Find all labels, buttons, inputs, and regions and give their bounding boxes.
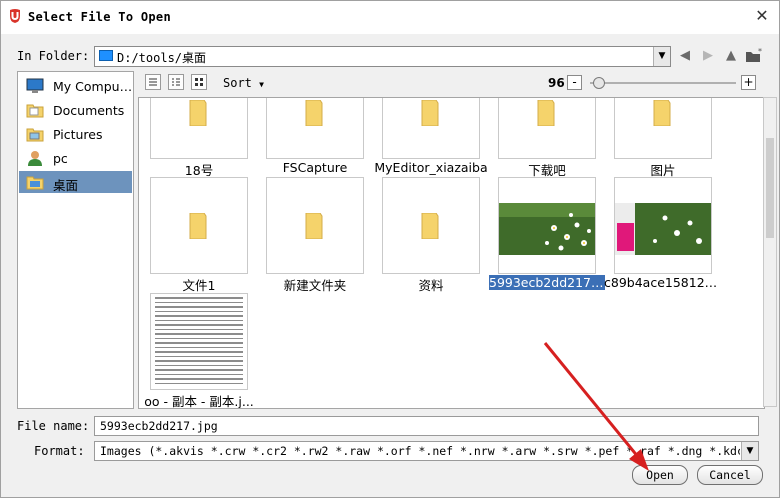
folder-path-text: D:/tools/桌面 (117, 51, 207, 65)
folder-pictures-icon (26, 128, 44, 142)
folder-icon (421, 100, 439, 126)
sort-label: Sort (223, 76, 252, 90)
image-thumbnail (499, 203, 595, 255)
cancel-button[interactable]: Cancel (697, 465, 763, 485)
image-thumbnail (615, 203, 711, 255)
file-label: 新建文件夹 (283, 278, 347, 293)
user-icon (28, 151, 42, 166)
up-folder-icon[interactable]: ▲ (722, 48, 740, 64)
forward-arrow-icon[interactable]: ▶ (699, 48, 717, 64)
file-label: 文件1 (182, 278, 216, 293)
folder-documents-icon (26, 104, 44, 118)
detail-view-icon[interactable] (168, 74, 184, 90)
file-name-label: File name: (17, 419, 90, 433)
thumbnail-view-icon[interactable] (191, 74, 207, 90)
drive-icon (99, 50, 113, 61)
folder-icon (653, 100, 671, 126)
sidebar-item-label: pc (53, 151, 68, 166)
chevron-down-icon[interactable]: ▼ (653, 47, 670, 66)
desktop-icon (26, 176, 44, 190)
computer-icon (26, 78, 44, 93)
title-bar: Select File To Open ✕ (1, 1, 779, 34)
zoom-slider-handle[interactable] (592, 77, 605, 89)
close-icon[interactable]: ✕ (753, 7, 771, 25)
places-sidebar: My Compu… Documents Pictures pc 桌面 (17, 71, 134, 409)
folder-icon (305, 213, 323, 239)
file-label: 5993ecb2dd217.j... (489, 275, 605, 290)
sort-dropdown[interactable]: Sort ▼ (223, 76, 264, 90)
file-label: 资料 (418, 278, 444, 293)
folder-path-combobox[interactable]: D:/tools/桌面 ▼ (94, 46, 671, 67)
open-button[interactable]: Open (632, 465, 688, 485)
format-value: Images (*.akvis *.crw *.cr2 *.rw2 *.raw … (100, 444, 740, 458)
sidebar-item-my-computer[interactable]: My Compu… (19, 75, 132, 97)
chevron-down-icon[interactable]: ▼ (741, 442, 758, 460)
sidebar-item-label: 桌面 (53, 178, 79, 193)
file-label: FSCapture (282, 160, 348, 175)
folder-icon (305, 100, 323, 126)
file-grid: 18号 FSCapture MyEditor_xiazaiba 下载吧 图片 文… (138, 97, 765, 409)
folder-icon (189, 213, 207, 239)
sidebar-item-documents[interactable]: Documents (19, 99, 132, 121)
vertical-scrollbar[interactable] (763, 97, 777, 407)
file-label: MyEditor_xiazaiba (374, 160, 488, 175)
in-folder-label: In Folder: (17, 49, 90, 63)
zoom-in-button[interactable]: + (741, 75, 756, 90)
chevron-down-icon: ▼ (259, 80, 264, 89)
file-label: oo - 副本 - 副本.j... (144, 394, 254, 409)
document-thumbnail (151, 294, 247, 386)
zoom-slider[interactable] (590, 82, 736, 84)
zoom-out-button[interactable]: - (567, 75, 582, 90)
scrollbar-thumb[interactable] (766, 138, 774, 238)
folder-icon (421, 213, 439, 239)
window-title: Select File To Open (28, 10, 171, 24)
svg-text:*: * (758, 48, 762, 56)
new-folder-icon[interactable]: * (745, 48, 763, 64)
back-arrow-icon[interactable]: ◀ (676, 48, 694, 64)
file-dialog: Select File To Open ✕ In Folder: D:/tool… (0, 0, 780, 498)
file-label: c89b4ace158121... (604, 275, 722, 290)
folder-icon (189, 100, 207, 126)
view-toolbar: Sort ▼ 96 - + (138, 71, 763, 95)
file-name-value: 5993ecb2dd217.jpg (100, 419, 218, 433)
sidebar-item-label: Documents (53, 103, 125, 118)
list-view-icon[interactable] (145, 74, 161, 90)
sidebar-item-label: My Compu… (53, 79, 133, 94)
app-logo-icon (10, 9, 20, 23)
sidebar-item-label: Pictures (53, 127, 103, 142)
sidebar-item-pictures[interactable]: Pictures (19, 123, 132, 145)
file-name-input[interactable]: 5993ecb2dd217.jpg (94, 416, 759, 436)
folder-icon (537, 100, 555, 126)
format-select[interactable]: Images (*.akvis *.crw *.cr2 *.rw2 *.raw … (94, 441, 759, 461)
format-label: Format: (34, 444, 85, 458)
sidebar-item-desktop[interactable]: 桌面 (19, 171, 132, 193)
sidebar-item-pc[interactable]: pc (19, 147, 132, 169)
zoom-value: 96 (548, 76, 565, 90)
